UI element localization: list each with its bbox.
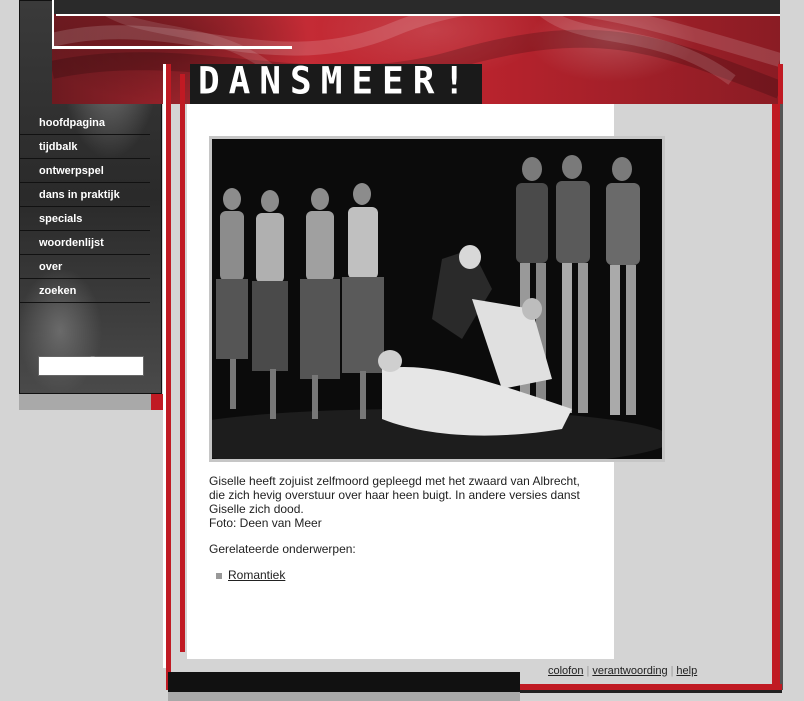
nav-item-dans-in-praktijk[interactable]: dans in praktijk xyxy=(20,183,150,207)
footer-links: colofon | verantwoording | help xyxy=(548,665,697,677)
frame-black-bottom xyxy=(168,672,520,692)
photo-caption: Giselle heeft zojuist zelfmoord gepleegd… xyxy=(209,474,591,530)
main-navigation: hoofdpagina tijdbalk ontwerpspel dans in… xyxy=(20,111,150,303)
footer-separator: | xyxy=(586,665,590,677)
nav-item-woordenlijst[interactable]: woordenlijst xyxy=(20,231,150,255)
search-input[interactable] xyxy=(38,356,144,376)
footer-link-help[interactable]: help xyxy=(676,665,697,677)
banner-divider xyxy=(56,14,780,16)
photo-credit: Foto: Deen van Meer xyxy=(209,516,322,530)
related-link-romantiek[interactable]: Romantiek xyxy=(228,568,285,582)
ballet-photo xyxy=(209,136,665,462)
left-panel-footer xyxy=(19,394,151,410)
list-item: Romantiek xyxy=(216,568,285,582)
footer-separator: | xyxy=(670,665,674,677)
frame-gray-bottom xyxy=(168,692,520,701)
frame-bottom-shadow xyxy=(520,690,782,693)
frame-right-shadow xyxy=(780,104,783,690)
banner-top-strip xyxy=(52,0,780,14)
page: DANSMEER! hoofdpagina tijdbalk ontwerpsp… xyxy=(0,0,804,701)
banner-underline xyxy=(52,46,292,49)
frame-red-right xyxy=(772,104,780,690)
related-heading: Gerelateerde onderwerpen: xyxy=(209,542,356,556)
related-list: Romantiek xyxy=(216,568,285,582)
footer-link-colofon[interactable]: colofon xyxy=(548,665,583,677)
nav-item-over[interactable]: over xyxy=(20,255,150,279)
bullet-icon xyxy=(216,572,222,579)
nav-item-tijdbalk[interactable]: tijdbalk xyxy=(20,135,150,159)
ballet-photo-image xyxy=(212,139,662,459)
footer-link-verantwoording[interactable]: verantwoording xyxy=(592,665,667,677)
frame-red-inner-line xyxy=(180,74,185,652)
caption-text: Giselle heeft zojuist zelfmoord gepleegd… xyxy=(209,474,580,516)
nav-item-specials[interactable]: specials xyxy=(20,207,150,231)
banner-left-line xyxy=(52,0,54,48)
nav-item-ontwerpspel[interactable]: ontwerpspel xyxy=(20,159,150,183)
nav-item-hoofdpagina[interactable]: hoofdpagina xyxy=(20,111,150,135)
nav-item-zoeken[interactable]: zoeken xyxy=(20,279,150,303)
